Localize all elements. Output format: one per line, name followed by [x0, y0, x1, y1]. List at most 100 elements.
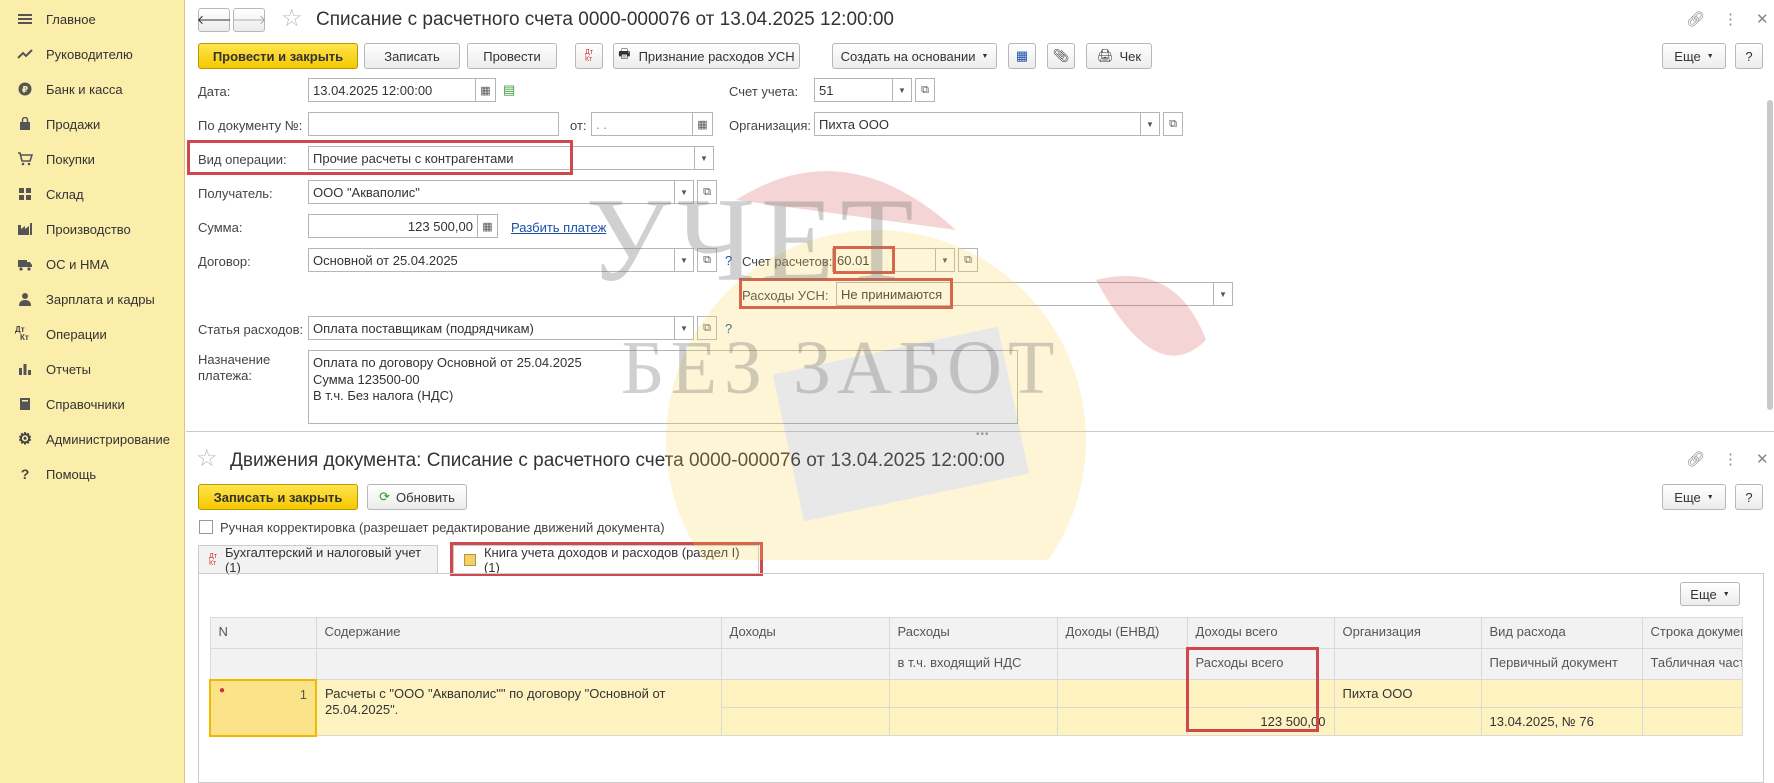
usn-expenses-field[interactable]: Не принимаются — [836, 282, 1214, 306]
manual-correction-checkbox[interactable] — [199, 520, 213, 534]
organization-open-button[interactable]: ⧉ — [1163, 112, 1183, 136]
column-subheader[interactable]: Первичный документ — [1480, 648, 1643, 680]
organization-sub-cell[interactable] — [1333, 707, 1482, 736]
create-based-on-button[interactable]: Создать на основании ▼ — [832, 43, 997, 69]
expense-item-dropdown[interactable]: ▼ — [674, 316, 694, 340]
post-and-close-button[interactable]: Провести и закрыть — [198, 43, 358, 69]
more-vert-icon[interactable]: ⋮ — [1723, 450, 1738, 468]
close-icon[interactable]: ✕ — [1756, 450, 1769, 468]
close-icon[interactable]: ✕ — [1756, 10, 1769, 28]
sidebar-item-salary[interactable]: Зарплата и кадры — [0, 284, 185, 314]
expenses-total-cell[interactable]: 123 500,00 — [1186, 707, 1335, 736]
tab-accounting[interactable]: Дт Кт Бухгалтерский и налоговый учет (1) — [198, 545, 438, 575]
income-sub-cell[interactable] — [720, 707, 890, 736]
sidebar-item-bank[interactable]: ₽ Банк и касса — [0, 74, 185, 104]
help-button[interactable]: ? — [1735, 43, 1763, 69]
expenses-cell[interactable] — [888, 679, 1058, 708]
column-header[interactable]: Организация — [1333, 617, 1482, 649]
content-cell[interactable]: Расчеты с "ООО "Акваполис"" по договору … — [315, 679, 722, 736]
contract-field[interactable]: Основной от 25.04.2025 — [308, 248, 675, 272]
more-button[interactable]: Еще ▼ — [1662, 484, 1726, 510]
date-field[interactable]: 13.04.2025 12:00:00 — [308, 78, 476, 102]
column-header[interactable]: Доходы (ЕНВД) — [1056, 617, 1188, 649]
vat-cell[interactable] — [888, 707, 1058, 736]
calendar-button[interactable]: ▦ — [475, 78, 496, 102]
save-and-close-button[interactable]: Записать и закрыть — [198, 484, 358, 510]
operation-type-field[interactable]: Прочие расчеты с контрагентами — [308, 146, 695, 170]
structure-button[interactable]: ▦ — [1008, 43, 1036, 69]
sidebar-item-help[interactable]: ? Помощь — [0, 459, 185, 489]
primary-document-cell[interactable]: 13.04.2025, № 76 — [1480, 707, 1643, 736]
column-subheader[interactable] — [1333, 648, 1482, 680]
sidebar-item-director[interactable]: Руководителю — [0, 39, 185, 69]
table-part-cell[interactable] — [1641, 707, 1743, 736]
organization-field[interactable]: Пихта ООО — [814, 112, 1141, 136]
dt-kt-button[interactable]: Дт Кт — [575, 43, 603, 69]
contract-dropdown[interactable]: ▼ — [674, 248, 694, 272]
link-icon[interactable]: 🔗︎ — [1686, 10, 1705, 28]
calc-account-dropdown[interactable]: ▼ — [935, 248, 955, 272]
column-subheader[interactable] — [315, 648, 722, 680]
calc-account-field[interactable]: 60.01 — [832, 248, 936, 272]
row-number-cell[interactable]: ● 1 — [209, 678, 317, 737]
recipient-dropdown[interactable]: ▼ — [674, 180, 694, 204]
document-status-icon[interactable]: ▤ — [503, 82, 515, 98]
usn-expenses-print-button[interactable]: 🖶 Признание расходов УСН — [613, 43, 800, 69]
organization-cell[interactable]: Пихта ООО — [1333, 679, 1482, 708]
receipt-check-button[interactable]: 🖨︎ Чек — [1086, 43, 1152, 69]
save-button[interactable]: Записать — [364, 43, 460, 69]
column-header[interactable]: Вид расхода — [1480, 617, 1643, 649]
table-row[interactable]: ● 1 Расчеты с "ООО "Акваполис"" по догово… — [209, 678, 1743, 737]
expense-item-field[interactable]: Оплата поставщикам (подрядчикам) — [308, 316, 675, 340]
sidebar-item-operations[interactable]: Дт Кт Операции — [0, 319, 185, 349]
forward-button[interactable]: 🡒 — [232, 8, 266, 32]
tab-income-expense-book[interactable]: Книга учета доходов и расходов (раздел I… — [453, 545, 759, 575]
column-subheader[interactable]: в т.ч. входящий НДС — [888, 648, 1058, 680]
splitter-handle[interactable]: ••• — [976, 429, 990, 440]
account-dropdown[interactable]: ▼ — [892, 78, 912, 102]
organization-dropdown[interactable]: ▼ — [1140, 112, 1160, 136]
sidebar-item-warehouse[interactable]: Склад — [0, 179, 185, 209]
calc-account-open-button[interactable]: ⧉ — [958, 248, 978, 272]
star-icon[interactable]: ☆ — [281, 6, 303, 32]
sidebar-item-purchases[interactable]: Покупки — [0, 144, 185, 174]
contract-open-button[interactable]: ⧉ — [697, 248, 717, 272]
star-icon[interactable]: ☆ — [196, 446, 218, 472]
contract-help-link[interactable]: ? — [725, 253, 732, 268]
column-header[interactable]: Доходы всего — [1186, 617, 1335, 649]
more-vert-icon[interactable]: ⋮ — [1723, 10, 1738, 28]
sidebar-item-assets[interactable]: ОС и НМА — [0, 249, 185, 279]
from-calendar-button[interactable]: ▦ — [692, 112, 713, 136]
split-payment-link[interactable]: Разбить платеж — [511, 220, 606, 235]
more-button[interactable]: Еще ▼ — [1662, 43, 1726, 69]
column-subheader[interactable] — [209, 648, 317, 680]
income-cell[interactable] — [720, 679, 890, 708]
column-subheader[interactable]: Табличная часть — [1641, 648, 1743, 680]
column-subheader[interactable]: Расходы всего — [1186, 648, 1335, 680]
purpose-textarea[interactable]: Оплата по договору Основной от 25.04.202… — [308, 350, 1018, 424]
help-button[interactable]: ? — [1735, 484, 1763, 510]
column-header[interactable]: Содержание — [315, 617, 722, 649]
expense-item-open-button[interactable]: ⧉ — [697, 316, 717, 340]
attach-button[interactable]: 📎︎ — [1047, 43, 1075, 69]
income-envd-cell[interactable] — [1056, 679, 1188, 708]
recipient-field[interactable]: ООО "Акваполис" — [308, 180, 675, 204]
sidebar-item-reports[interactable]: Отчеты — [0, 354, 185, 384]
usn-expenses-dropdown[interactable]: ▼ — [1213, 282, 1233, 306]
income-total-cell[interactable] — [1186, 679, 1335, 708]
table-part-cell-top[interactable] — [1641, 679, 1743, 708]
column-header[interactable]: Строка документ — [1641, 617, 1743, 649]
expense-type-cell[interactable] — [1480, 679, 1643, 708]
back-button[interactable]: 🡐 — [197, 8, 231, 32]
sidebar-item-production[interactable]: Производство — [0, 214, 185, 244]
table-more-button[interactable]: Еще ▼ — [1680, 582, 1740, 606]
doc-number-field[interactable] — [308, 112, 559, 136]
operation-type-dropdown[interactable]: ▼ — [694, 146, 714, 170]
recipient-open-button[interactable]: ⧉ — [697, 180, 717, 204]
sidebar-item-sales[interactable]: Продажи — [0, 109, 185, 139]
refresh-button[interactable]: ⟳ Обновить — [367, 484, 467, 510]
expense-item-help-link[interactable]: ? — [725, 321, 732, 336]
sidebar-item-admin[interactable]: ⚙ Администрирование — [0, 424, 185, 454]
column-header[interactable]: Расходы — [888, 617, 1058, 649]
calculator-button[interactable]: ▦ — [477, 214, 498, 238]
